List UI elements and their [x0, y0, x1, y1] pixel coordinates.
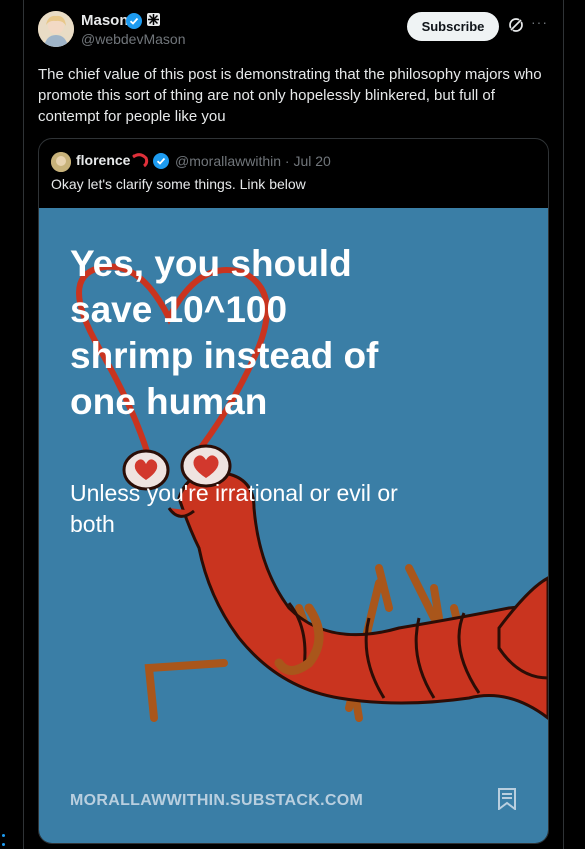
- subscribe-button[interactable]: Subscribe: [407, 12, 499, 41]
- edge-indicator: [2, 834, 5, 837]
- edge-indicator: [2, 843, 5, 846]
- quoted-post[interactable]: florence @morallawwithin · Jul 20 Okay l…: [38, 138, 549, 844]
- quote-author-avatar[interactable]: [51, 152, 71, 172]
- quote-image[interactable]: Yes, you should save 10^100 shrimp inste…: [39, 208, 548, 843]
- post[interactable]: Mason @webdevMason Subscribe ··· The chi…: [24, 0, 563, 849]
- more-icon[interactable]: ···: [531, 14, 548, 30]
- author-handle[interactable]: @webdevMason: [81, 31, 186, 47]
- image-headline: Yes, you should save 10^100 shrimp inste…: [70, 243, 379, 422]
- quote-author-name[interactable]: florence: [76, 152, 130, 168]
- quote-text: Okay let's clarify some things. Link bel…: [51, 176, 306, 192]
- image-site-label: MORALLAWWITHIN.SUBSTACK.COM: [70, 792, 364, 809]
- affiliate-badge-icon[interactable]: [147, 13, 160, 26]
- image-subhead: Unless you're irrational or evil or both: [70, 480, 398, 537]
- timeline-border-right: [563, 0, 564, 849]
- author-name[interactable]: Mason: [81, 12, 129, 29]
- bookmark-icon: [498, 788, 516, 815]
- quote-author-handle[interactable]: @morallawwithin · Jul 20: [175, 153, 331, 169]
- grok-icon[interactable]: [508, 17, 524, 38]
- author-avatar[interactable]: [38, 11, 74, 47]
- quote-verified-badge-icon: [153, 153, 169, 174]
- post-text: The chief value of this post is demonstr…: [38, 66, 542, 125]
- shrimp-icon: [131, 152, 149, 173]
